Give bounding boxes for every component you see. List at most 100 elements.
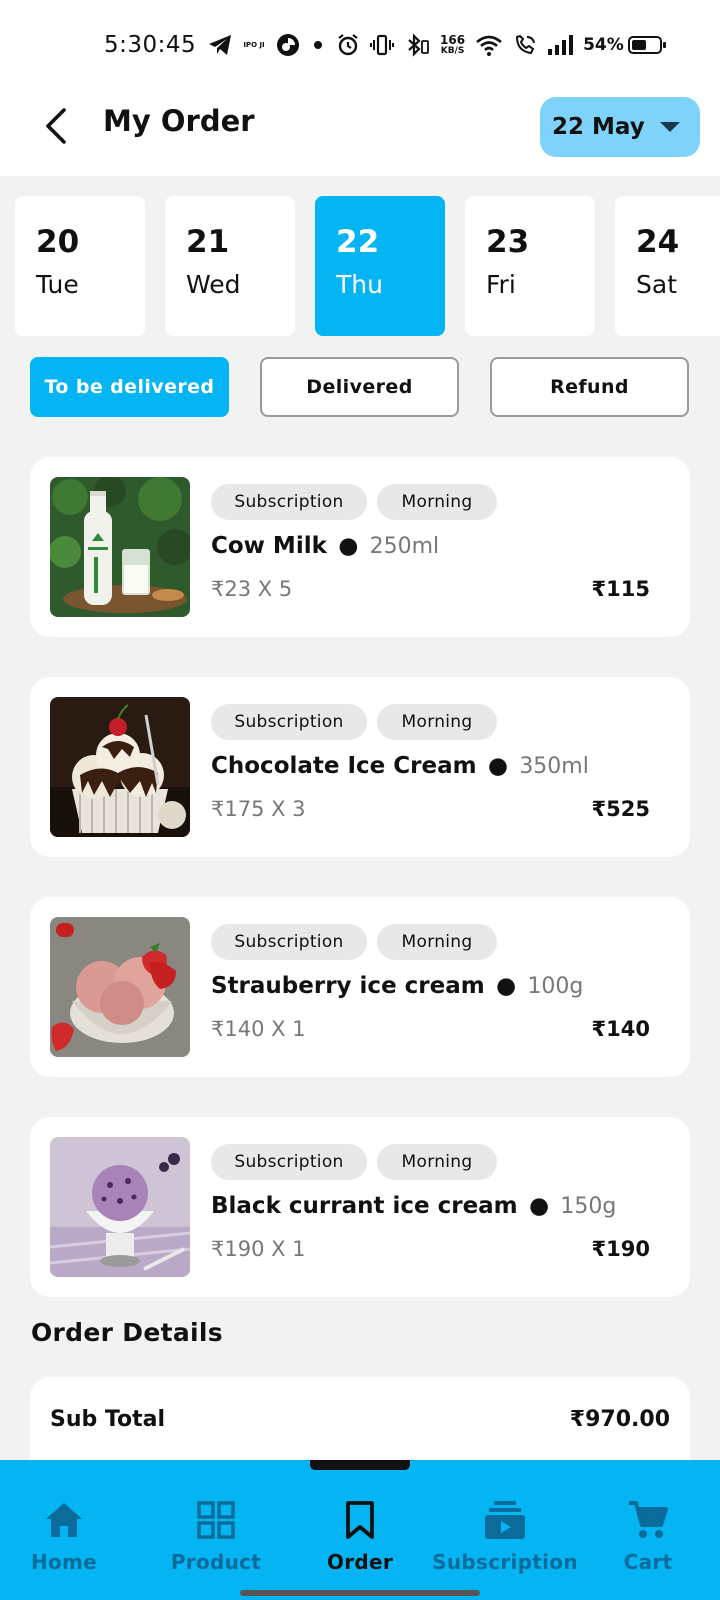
- date-dropdown[interactable]: 22 May: [540, 97, 700, 157]
- unit-price: ₹190 X 1: [211, 1237, 306, 1261]
- delivery-time-tag: Morning: [377, 704, 497, 740]
- product-name: Strauberry ice cream: [211, 973, 485, 999]
- separator-dot: ●: [528, 1193, 550, 1219]
- telegram-icon: [208, 32, 232, 58]
- product-line: Strauberry ice cream ● 100g: [211, 973, 583, 999]
- subscription-icon: [483, 1498, 527, 1542]
- day-weekday: Tue: [36, 270, 79, 299]
- day-number: 24: [636, 224, 680, 260]
- product-name: Cow Milk: [211, 533, 327, 559]
- product-quantity: 350ml: [519, 754, 589, 779]
- product-line: Chocolate Ice Cream ● 350ml: [211, 753, 589, 779]
- product-image-strawberry-ice-cream: [50, 917, 190, 1057]
- nav-label: Subscription: [432, 1550, 578, 1574]
- battery-indicator: 54%: [583, 35, 666, 55]
- grid-icon: [194, 1498, 238, 1542]
- subscription-tag: Subscription: [211, 1144, 367, 1180]
- subscription-tag: Subscription: [211, 704, 367, 740]
- line-total: ₹140: [591, 1017, 650, 1041]
- separator-dot: ●: [496, 973, 517, 999]
- product-quantity: 150g: [560, 1194, 617, 1219]
- caret-down-icon: [659, 122, 680, 132]
- day-20[interactable]: 20 Tue: [15, 196, 145, 336]
- day-number: 22: [336, 224, 380, 260]
- product-name: Chocolate Ice Cream: [211, 753, 477, 779]
- nav-label: Product: [170, 1550, 262, 1574]
- bookmark-icon: [338, 1498, 382, 1542]
- order-card[interactable]: Subscription Morning Chocolate Ice Cream…: [30, 677, 690, 857]
- product-quantity: 250ml: [369, 534, 440, 559]
- day-number: 21: [186, 224, 230, 260]
- battery-icon: [627, 36, 666, 54]
- nav-home[interactable]: Home: [16, 1460, 112, 1590]
- status-filter-tabs: To be delivered Delivered Refund: [0, 357, 720, 417]
- home-icon: [42, 1498, 86, 1542]
- network-operator-icon: IPO JI: [243, 40, 265, 49]
- product-quantity: 100g: [527, 974, 584, 999]
- scroll-handle: [310, 1460, 410, 1470]
- product-line: Black currant ice cream ● 150g: [211, 1193, 616, 1219]
- network-speed: 166 KB/S: [440, 32, 465, 58]
- day-23[interactable]: 23 Fri: [465, 196, 595, 336]
- separator-dot: ●: [338, 533, 359, 559]
- product-line: Cow Milk ● 250ml: [211, 533, 439, 559]
- status-time: 5:30:45: [104, 32, 197, 58]
- network-speed-unit: KB/S: [440, 46, 465, 56]
- product-image-chocolate-ice-cream: [50, 697, 190, 837]
- bluetooth-icon: [404, 32, 430, 58]
- sub-total-label: Sub Total: [50, 1407, 166, 1432]
- nav-subscription[interactable]: Subscription: [430, 1460, 580, 1590]
- signal-icon: [547, 32, 574, 58]
- battery-fill: [631, 40, 646, 50]
- day-weekday: Sat: [636, 270, 677, 299]
- vibrate-icon: [370, 32, 394, 58]
- date-dropdown-label: 22 May: [552, 114, 645, 140]
- gesture-bar[interactable]: [240, 1590, 480, 1596]
- order-card[interactable]: Subscription Morning Cow Milk ● 250ml ₹2…: [30, 457, 690, 637]
- separator-dot: ●: [487, 753, 508, 779]
- wifi-icon: [475, 32, 503, 58]
- day-number: 23: [486, 224, 530, 260]
- subscription-tag: Subscription: [211, 924, 367, 960]
- sub-total-value: ₹970.00: [569, 1407, 670, 1432]
- product-image-black-currant-ice-cream: [50, 1137, 190, 1277]
- product-image-cow-milk: [50, 477, 190, 617]
- filter-to-be-delivered[interactable]: To be delivered: [30, 357, 229, 417]
- day-number: 20: [36, 224, 80, 260]
- nav-cart[interactable]: Cart: [606, 1460, 690, 1590]
- product-name: Black currant ice cream: [211, 1193, 518, 1219]
- filter-refund[interactable]: Refund: [490, 357, 689, 417]
- app-notification-icon: [276, 32, 300, 58]
- nav-label: Cart: [623, 1550, 673, 1574]
- day-21[interactable]: 21 Wed: [165, 196, 295, 336]
- nav-product[interactable]: Product: [152, 1460, 280, 1590]
- line-total: ₹190: [591, 1237, 650, 1261]
- nav-label: Order: [326, 1550, 394, 1574]
- back-button[interactable]: [36, 104, 76, 148]
- day-weekday: Thu: [336, 270, 383, 299]
- line-total: ₹525: [591, 797, 650, 821]
- line-total: ₹115: [591, 577, 650, 601]
- nav-order[interactable]: Order: [310, 1460, 410, 1590]
- back-arrow-icon: [46, 108, 66, 144]
- order-card[interactable]: Subscription Morning Strauberry ice crea…: [30, 897, 690, 1077]
- status-bar: 5:30:45 IPO JI 166 KB/S 54%: [0, 0, 720, 90]
- page-title: My Order: [103, 104, 255, 138]
- day-24[interactable]: 24 Sat: [615, 196, 720, 336]
- bottom-navigation: Home Product Order Subscription Cart: [0, 1460, 720, 1600]
- day-selector: 20 Tue 21 Wed 22 Thu 23 Fri 24 Sat: [0, 196, 720, 336]
- app-header: My Order 22 May: [0, 90, 720, 176]
- order-details-title: Order Details: [31, 1318, 223, 1347]
- filter-delivered[interactable]: Delivered: [260, 357, 459, 417]
- network-speed-value: 166: [440, 33, 466, 47]
- day-22[interactable]: 22 Thu: [315, 196, 445, 336]
- alarm-icon: [336, 32, 360, 58]
- unit-price: ₹140 X 1: [211, 1017, 306, 1041]
- order-card[interactable]: Subscription Morning Black currant ice c…: [30, 1117, 690, 1297]
- delivery-time-tag: Morning: [377, 1144, 497, 1180]
- delivery-time-tag: Morning: [377, 484, 497, 520]
- cart-icon: [626, 1498, 670, 1542]
- nav-label: Home: [30, 1550, 98, 1574]
- unit-price: ₹175 X 3: [211, 797, 306, 821]
- status-icons: IPO JI 166 KB/S 54%: [208, 30, 666, 60]
